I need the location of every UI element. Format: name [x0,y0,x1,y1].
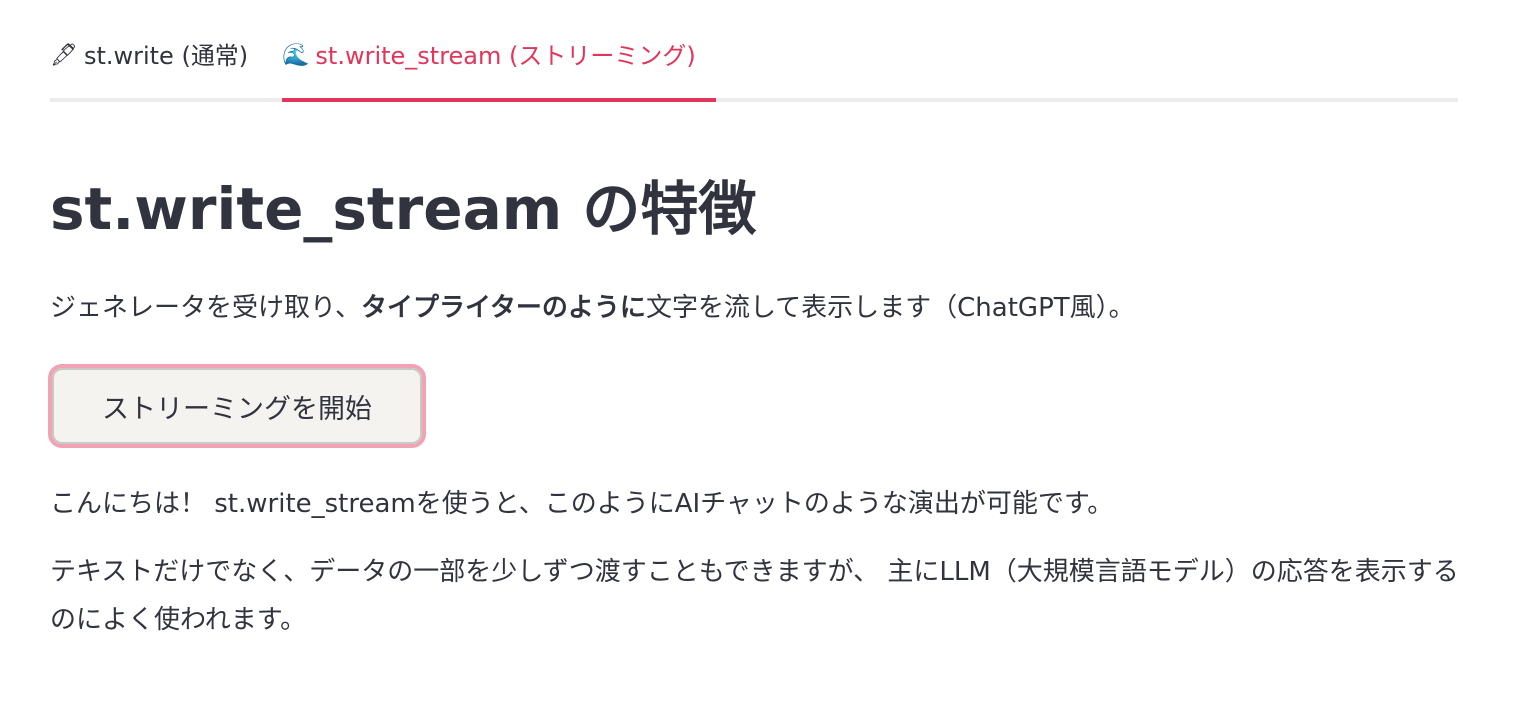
tab-rail [50,98,1458,102]
tab-st-write-stream[interactable]: 🌊 st.write_stream (ストリーミング) [282,28,696,102]
tab-bar: 🖋 st.write (通常) 🌊 st.write_stream (ストリーミ… [50,28,1458,102]
pen-icon: 🖋 [50,43,78,68]
page-title: st.write_stream の特徴 [50,175,757,243]
tab-label: st.write (通常) [83,42,249,70]
intro-bold: タイプライターのように [360,293,646,323]
intro-text: ジェネレータを受け取り、タイプライターのように文字を流して表示します（ChatG… [50,286,1135,330]
stream-output: こんにちは！ st.write_streamを使うと、このようにAIチャットのよ… [50,480,1470,664]
tab-label: st.write_stream (ストリーミング) [315,42,696,70]
start-streaming-button[interactable]: ストリーミングを開始 [48,364,426,448]
stream-paragraph: テキストだけでなく、データの一部を少しずつ渡すこともできますが、 主にLLM（大… [50,557,1459,635]
intro-suffix: 文字を流して表示します（ChatGPT風）。 [645,293,1135,323]
tab-st-write[interactable]: 🖋 st.write (通常) [50,28,248,102]
stream-paragraph: こんにちは！ st.write_streamを使うと、このようにAIチャットのよ… [50,489,1114,519]
wave-icon: 🌊 [282,43,310,68]
tab-active-indicator [282,98,716,102]
intro-prefix: ジェネレータを受け取り、 [50,293,361,323]
